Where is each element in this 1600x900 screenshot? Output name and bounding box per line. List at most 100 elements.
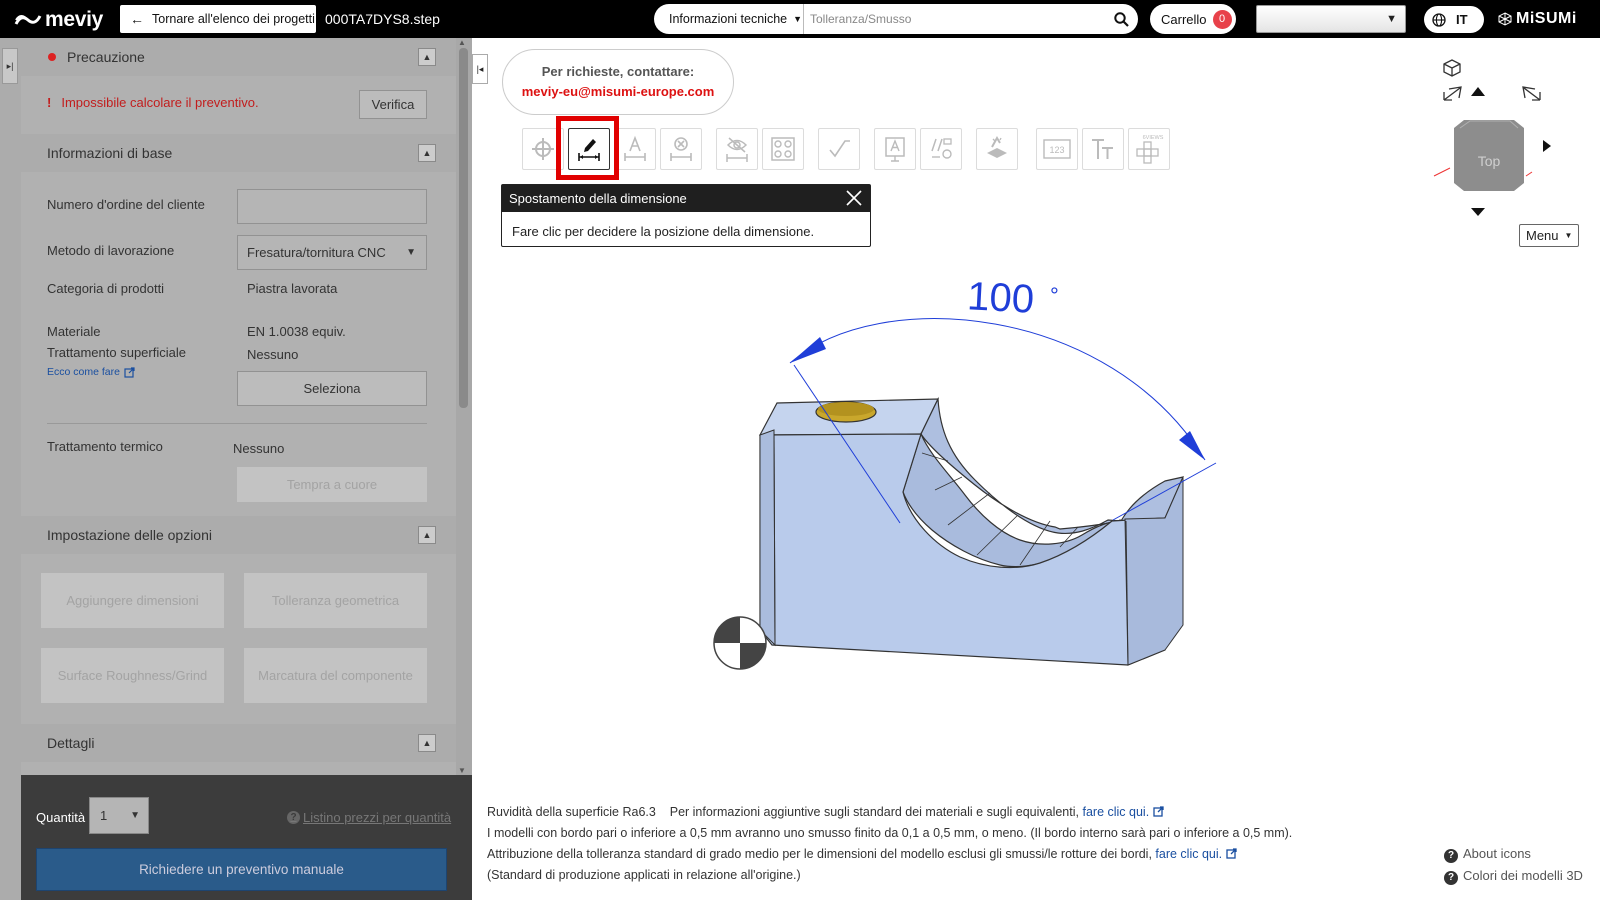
annotation-tool[interactable]: [874, 128, 916, 170]
target-icon: [532, 138, 554, 160]
chevron-down-icon: ▼: [406, 247, 416, 258]
arrow-right-icon[interactable]: [1543, 140, 1551, 152]
rotate-right-icon[interactable]: [1522, 86, 1541, 101]
chevron-down-icon: ▼: [130, 810, 140, 821]
footnote-4: (Standard di produzione applicati in rel…: [487, 868, 801, 882]
scroll-up-icon[interactable]: ▲: [458, 38, 466, 47]
top-bar: meviy ← Tornare all'elenco dei progetti …: [0, 0, 1600, 38]
angle-value: 100: [966, 274, 1035, 321]
verify-button[interactable]: Verifica: [359, 90, 427, 119]
scroll-down-icon[interactable]: ▼: [458, 766, 466, 775]
panel-scrollbar[interactable]: ▲ ▼: [456, 38, 472, 775]
scrollbar-thumb[interactable]: [459, 48, 468, 408]
footnote-3: Attribuzione della tolleranza standard d…: [487, 844, 1292, 865]
collapse-panel-toggle[interactable]: |◂: [472, 54, 488, 84]
search-icon[interactable]: [1104, 11, 1138, 27]
panel-body: Precauzione ▲ ! Impossibile calcolare il…: [21, 38, 456, 775]
expand-panel-toggle[interactable]: ▸|: [2, 48, 18, 84]
options-header[interactable]: Impostazione delle opzioni ▲: [21, 516, 456, 554]
tolerance-info-link[interactable]: fare clic qui.: [1155, 847, 1222, 861]
hide-dimension-tool[interactable]: [716, 128, 758, 170]
roughness-icon: [829, 140, 850, 158]
manual-quote-button[interactable]: Richiedere un preventivo manuale: [36, 848, 447, 891]
arrow-up-icon[interactable]: [1471, 87, 1485, 96]
material-info-link[interactable]: fare clic qui.: [1082, 805, 1149, 819]
back-to-projects-button[interactable]: ← Tornare all'elenco dei progetti: [120, 5, 316, 33]
six-views-tool[interactable]: 6VIEWS: [1128, 128, 1170, 170]
logo-text: meviy: [45, 8, 104, 31]
help-icon: ?: [1444, 849, 1458, 863]
text-dimension-icon: [624, 135, 646, 161]
search-input[interactable]: Tolleranza/Smusso: [804, 12, 1104, 26]
order-number-input[interactable]: [237, 189, 427, 224]
contact-email[interactable]: meviy-eu@misumi-europe.com: [503, 84, 733, 99]
category-value: Piastra lavorata: [247, 281, 338, 296]
numbering-tool[interactable]: 123: [1036, 128, 1078, 170]
hole-pattern-tool[interactable]: [762, 128, 804, 170]
footnotes: Ruvidità della superficie Ra6.3 Per info…: [487, 802, 1292, 886]
misumi-logo[interactable]: MiSUMi: [1498, 10, 1577, 28]
surface-roughness-button[interactable]: Surface Roughness/Grind: [41, 648, 224, 703]
howto-link-text: Ecco come fare: [47, 366, 120, 378]
material-label: Materiale: [47, 324, 101, 339]
options-title: Impostazione delle opzioni: [47, 527, 212, 543]
roughness-tool[interactable]: [818, 128, 860, 170]
add-dimensions-button[interactable]: Aggiungere dimensioni: [41, 573, 224, 628]
view-cube-box[interactable]: Top: [1433, 120, 1533, 191]
details-header[interactable]: Dettagli ▲: [21, 724, 456, 762]
surface-value: Nessuno: [247, 347, 299, 362]
close-icon[interactable]: [844, 188, 864, 208]
chevron-down-icon: ▼: [1386, 13, 1397, 25]
arrow-down-icon[interactable]: [1471, 208, 1485, 216]
quantity-value: 1: [100, 808, 108, 823]
region-select[interactable]: ▼: [1256, 5, 1406, 33]
part-marking-button[interactable]: Marcatura del componente: [244, 648, 427, 703]
origin-marker: [713, 616, 767, 670]
collapse-basic-info-button[interactable]: ▲: [418, 144, 436, 162]
iso-view-icon[interactable]: [1443, 59, 1461, 77]
collapse-options-button[interactable]: ▲: [418, 526, 436, 544]
about-icons-link[interactable]: ? About icons: [1444, 843, 1583, 865]
surface-label: Trattamento superficiale: [47, 345, 186, 360]
tolerance-stamp-icon: [987, 136, 1007, 158]
tooltip-title: Spostamento della dimensione: [502, 185, 870, 212]
cart-button[interactable]: Carrello 0: [1150, 4, 1236, 34]
geometric-tolerance-button[interactable]: Tolleranza geometrica: [244, 573, 427, 628]
part-model[interactable]: [758, 396, 1185, 666]
method-select[interactable]: Fresatura/tornitura CNC ▼: [237, 235, 427, 270]
basic-info-header[interactable]: Informazioni di base ▲: [21, 134, 456, 172]
caution-header[interactable]: Precauzione ▲: [21, 38, 456, 76]
dimension-tooltip: Spostamento della dimensione Fare clic p…: [501, 184, 871, 247]
hardening-button[interactable]: Tempra a cuore: [237, 467, 427, 502]
tolerance-stamp-tool[interactable]: [976, 128, 1018, 170]
viewer-menu-button[interactable]: Menu ▼: [1519, 224, 1579, 247]
price-list-text: Listino prezzi per quantità: [303, 810, 452, 825]
heat-treatment-label: Trattamento termico: [47, 439, 163, 454]
parts-list-tool[interactable]: [920, 128, 962, 170]
delete-dimension-tool[interactable]: [660, 128, 702, 170]
text-dimension-tool[interactable]: [614, 128, 656, 170]
model-colors-link[interactable]: ? Colori dei modelli 3D: [1444, 865, 1583, 887]
quantity-select[interactable]: 1 ▼: [89, 797, 149, 834]
select-surface-button[interactable]: Seleziona: [237, 371, 427, 406]
collapse-details-button[interactable]: ▲: [418, 734, 436, 752]
price-list-link[interactable]: ? Listino prezzi per quantità: [287, 810, 451, 825]
language-code: IT: [1456, 12, 1468, 27]
language-button[interactable]: IT: [1424, 6, 1484, 33]
basic-info-title: Informazioni di base: [47, 145, 173, 161]
external-link-icon: [1226, 848, 1237, 859]
quantity-label: Quantità: [36, 810, 86, 825]
arrow-left-icon: ←: [130, 11, 144, 27]
caution-title: Precauzione: [67, 49, 145, 65]
text-tool[interactable]: [1082, 128, 1124, 170]
howto-link[interactable]: Ecco come fare: [47, 366, 135, 378]
meviy-logo[interactable]: meviy: [14, 8, 103, 32]
details-title: Dettagli: [47, 735, 95, 751]
rotate-left-icon[interactable]: [1443, 86, 1462, 101]
left-panel: ▸| Precauzione ▲ ! Impossibile calcolare…: [0, 38, 472, 900]
collapse-caution-button[interactable]: ▲: [418, 48, 436, 66]
material-value: EN 1.0038 equiv.: [247, 324, 346, 339]
external-link-icon: [124, 366, 135, 378]
model-viewport[interactable]: 100 °: [700, 265, 1260, 695]
search-category-select[interactable]: Informazioni tecniche ▼: [654, 4, 804, 34]
